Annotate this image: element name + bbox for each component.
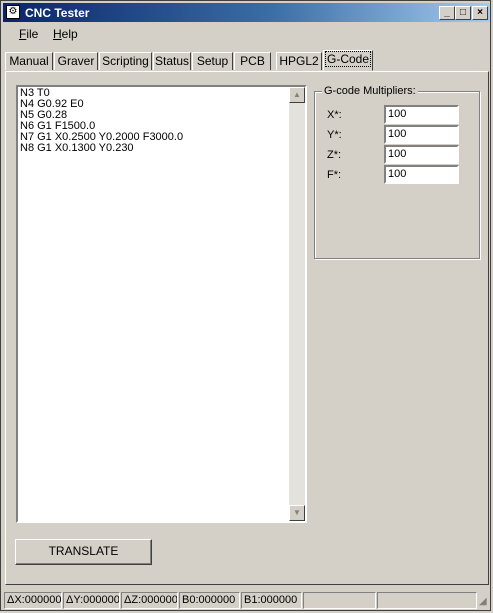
tab-scripting[interactable]: Scripting xyxy=(99,52,152,70)
status-b1: B1:000000 xyxy=(241,592,302,609)
status-dy: ΔY:000000 xyxy=(63,592,120,609)
y-multiplier-field[interactable]: 100 xyxy=(384,125,459,144)
tab-setup[interactable]: Setup xyxy=(192,52,233,70)
menu-help[interactable]: Help xyxy=(53,27,78,41)
menu-help-label: elp xyxy=(61,27,78,41)
status-empty-panel xyxy=(303,592,376,609)
tab-graver[interactable]: Graver xyxy=(54,52,98,70)
scroll-down-icon[interactable]: ▼ xyxy=(289,505,305,521)
scroll-up-icon[interactable]: ▲ xyxy=(289,87,305,103)
tab-strip: Manual Graver Scripting Status Setup PCB… xyxy=(5,50,490,72)
status-dx: ΔX:000000 xyxy=(4,592,62,609)
label-f: F*: xyxy=(327,169,342,181)
tab-gcode[interactable]: G-Code xyxy=(323,50,373,71)
tab-manual[interactable]: Manual xyxy=(5,52,53,70)
title-bar[interactable]: ⚙ CNC Tester _ □ × xyxy=(3,3,490,22)
resize-grip-icon[interactable]: ◢ xyxy=(479,595,490,608)
gcode-editor-text[interactable]: N3 T0 N4 G0.92 E0 N5 G0.28 N6 G1 F1500.0… xyxy=(20,88,183,154)
menu-file-label: ile xyxy=(26,27,39,41)
status-bar: ΔX:000000 ΔY:000000 ΔZ:000000 B0:000000 … xyxy=(3,591,490,610)
tab-pcb[interactable]: PCB xyxy=(234,52,271,70)
tab-status[interactable]: Status xyxy=(153,52,191,70)
status-dz: ΔZ:000000 xyxy=(121,592,178,609)
gcode-editor[interactable]: N3 T0 N4 G0.92 E0 N5 G0.28 N6 G1 F1500.0… xyxy=(16,85,307,523)
app-window: ⚙ CNC Tester _ □ × File Help Manual Grav… xyxy=(0,0,491,611)
minimize-button[interactable]: _ xyxy=(439,6,455,20)
x-multiplier-field[interactable]: 100 xyxy=(384,105,459,124)
status-progress-panel xyxy=(377,592,477,609)
status-b0: B0:000000 xyxy=(179,592,240,609)
tab-hpgl2[interactable]: HPGL2 xyxy=(276,52,322,70)
maximize-button[interactable]: □ xyxy=(455,6,471,20)
group-title: G-code Multipliers: xyxy=(322,85,418,97)
label-x: X*: xyxy=(327,109,342,121)
close-button[interactable]: × xyxy=(472,6,488,20)
label-z: Z*: xyxy=(327,149,342,161)
menu-bar: File Help xyxy=(3,24,490,44)
menu-file[interactable]: File xyxy=(19,27,38,41)
gcode-multipliers-group: G-code Multipliers: X*: 100 Y*: 100 Z*: … xyxy=(314,85,480,259)
translate-button[interactable]: TRANSLATE xyxy=(15,539,152,565)
app-icon: ⚙ xyxy=(6,5,20,19)
label-y: Y*: xyxy=(327,129,342,141)
editor-scrollbar[interactable]: ▲ ▼ xyxy=(289,87,305,521)
z-multiplier-field[interactable]: 100 xyxy=(384,145,459,164)
f-multiplier-field[interactable]: 100 xyxy=(384,165,459,184)
window-title: CNC Tester xyxy=(25,6,90,20)
tab-gcode-label: G-Code xyxy=(324,51,372,67)
menu-help-mnemonic: H xyxy=(53,27,62,41)
